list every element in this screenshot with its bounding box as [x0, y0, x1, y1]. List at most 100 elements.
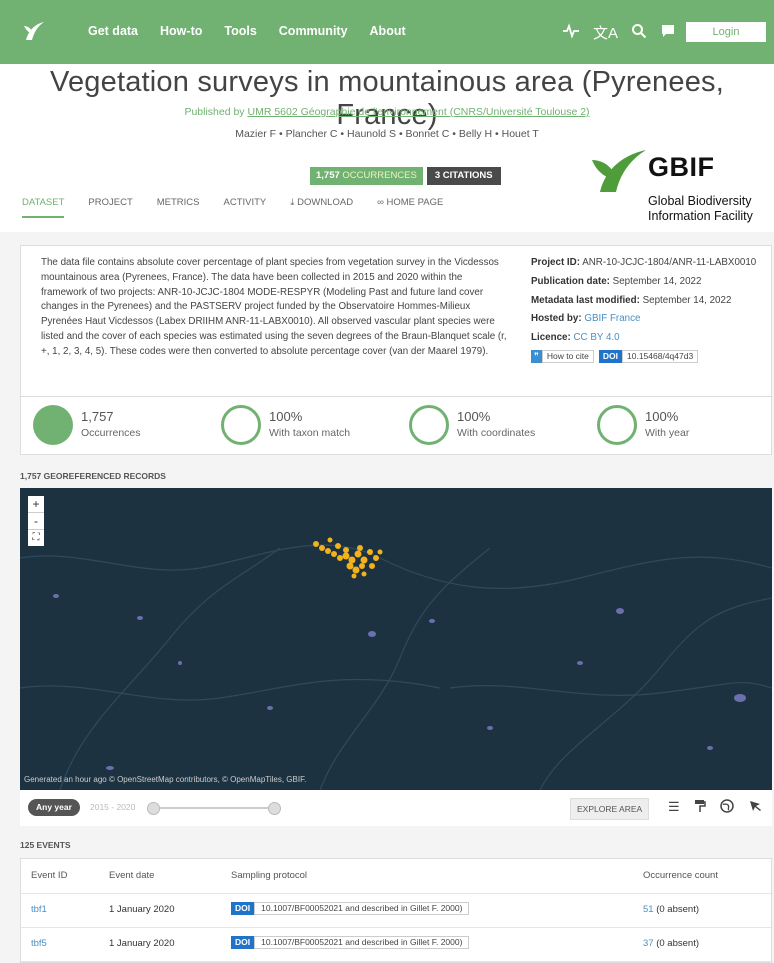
- map-tool-icons: ☰: [668, 799, 762, 816]
- dataset-metadata: Project ID: ANR-10-JCJC-1804/ANR-11-LABX…: [531, 256, 763, 363]
- hosted-by-link[interactable]: GBIF France: [584, 313, 640, 324]
- gbif-logo-icon[interactable]: [22, 20, 46, 47]
- project-id-value: ANR-10-JCJC-1804/ANR-11-LABX0010: [582, 257, 757, 268]
- table-row[interactable]: tbf5 1 January 2020 DOI 10.1007/BF000520…: [21, 927, 773, 962]
- tab-download[interactable]: ⤓ DOWNLOAD: [290, 197, 353, 218]
- table-header-row: Event ID Event date Sampling protocol Oc…: [21, 859, 773, 894]
- slider-start-handle[interactable]: [147, 802, 160, 815]
- filter-icon[interactable]: ☰: [668, 799, 680, 816]
- tab-home-page[interactable]: ∞ HOME PAGE: [377, 197, 443, 218]
- absent-count: (0 absent): [656, 904, 699, 915]
- description-card: The data file contains absolute cover pe…: [20, 245, 772, 397]
- metadata-modified-label: Metadata last modified:: [531, 294, 640, 306]
- licence-link[interactable]: CC BY 4.0: [573, 332, 619, 343]
- stat-value: 100%: [645, 409, 679, 424]
- how-to-cite-button[interactable]: How to cite: [541, 349, 594, 363]
- gbif-brand-logo: GBIF Global Biodiversity Information Fac…: [578, 140, 774, 232]
- dataset-badges: 1,757 OCCURRENCES 3 CITATIONS: [310, 167, 501, 185]
- events-header: 125 EVENTS: [20, 840, 71, 850]
- authors-list: Mazier F • Plancher C • Haunold S • Bonn…: [235, 128, 539, 140]
- zoom-in-button[interactable]: +: [28, 496, 44, 513]
- any-year-button[interactable]: Any year: [28, 799, 80, 816]
- cursor-icon[interactable]: [748, 799, 762, 816]
- login-button[interactable]: Login: [686, 22, 766, 42]
- metadata-modified-value: September 14, 2022: [642, 294, 732, 306]
- doi-link[interactable]: 10.15468/4q47d3: [622, 349, 699, 363]
- licence-label: Licence:: [531, 332, 571, 344]
- globe-icon[interactable]: [719, 799, 734, 816]
- translate-icon[interactable]: 文A: [593, 25, 618, 43]
- slider-end-handle[interactable]: [268, 802, 281, 815]
- hosted-by-row: Hosted by: GBIF France: [531, 312, 763, 327]
- explore-area-button[interactable]: EXPLORE AREA: [570, 798, 650, 820]
- publication-date-label: Publication date:: [531, 275, 610, 287]
- occurrences-badge[interactable]: 1,757 OCCURRENCES: [310, 167, 423, 185]
- occurrence-count: 37 (0 absent): [643, 938, 699, 949]
- table-row[interactable]: tbf1 1 January 2020 DOI 10.1007/BF000520…: [21, 893, 773, 928]
- map-controls: + - ⛶: [28, 496, 44, 546]
- stat-value: 100%: [269, 409, 303, 424]
- doi-badge: DOI: [598, 349, 623, 363]
- occurrence-count: 51 (0 absent): [643, 904, 699, 915]
- zoom-out-button[interactable]: -: [28, 513, 44, 530]
- nav-community[interactable]: Community: [279, 24, 348, 38]
- licence-row: Licence: CC BY 4.0: [531, 331, 763, 346]
- map-header: 1,757 GEOREFERENCED RECORDS: [20, 471, 166, 481]
- hosted-by-label: Hosted by:: [531, 313, 582, 325]
- tab-dataset[interactable]: DATASET: [22, 197, 65, 218]
- stat-label: With coordinates: [457, 427, 536, 439]
- year-slider[interactable]: [147, 802, 281, 815]
- protocol-text[interactable]: 10.1007/BF00052021 and described in Gill…: [254, 936, 470, 949]
- nav-get-data[interactable]: Get data: [88, 24, 138, 38]
- chat-icon[interactable]: [660, 23, 676, 44]
- stat-label: With taxon match: [269, 427, 351, 439]
- year-range-label: 2015 - 2020: [90, 802, 136, 812]
- publisher-line: Published by UMR 5602 Géographie de l'en…: [0, 106, 774, 118]
- nav-icons: 文A: [562, 22, 676, 45]
- events-table: Event ID Event date Sampling protocol Oc…: [20, 858, 773, 963]
- tab-metrics[interactable]: METRICS: [157, 197, 200, 218]
- stat-value: 100%: [457, 409, 491, 424]
- occurrences-badge-label: OCCURRENCES: [342, 170, 417, 181]
- absent-count: (0 absent): [656, 938, 699, 949]
- quote-icon: ❞: [531, 349, 542, 363]
- event-id-link[interactable]: tbf5: [31, 938, 47, 949]
- citations-badge[interactable]: 3 CITATIONS: [426, 167, 501, 185]
- fullscreen-button[interactable]: ⛶: [28, 530, 44, 546]
- tab-project[interactable]: PROJECT: [88, 197, 132, 218]
- publication-date-value: September 14, 2022: [612, 275, 702, 287]
- project-id-label: Project ID:: [531, 257, 580, 268]
- occurrence-cluster[interactable]: [313, 537, 383, 579]
- map-canvas: [20, 537, 772, 790]
- doi-badge: DOI: [231, 936, 255, 949]
- map-attribution: Generated an hour ago © OpenStreetMap co…: [24, 775, 307, 784]
- tab-activity[interactable]: ACTIVITY: [224, 197, 267, 218]
- project-id-row: Project ID: ANR-10-JCJC-1804/ANR-11-LABX…: [531, 256, 763, 271]
- gbif-subtitle: Global Biodiversity Information Facility: [648, 194, 753, 224]
- gbif-leaf-icon: [592, 150, 646, 192]
- activity-icon[interactable]: [562, 22, 580, 45]
- gbif-subtitle-line2: Information Facility: [648, 209, 753, 223]
- publisher-link[interactable]: UMR 5602 Géographie de l'environnement (…: [247, 106, 589, 118]
- event-date: 1 January 2020: [109, 938, 175, 949]
- ring-icon: [409, 405, 449, 445]
- search-icon[interactable]: [631, 23, 647, 44]
- paint-roller-icon[interactable]: [694, 799, 706, 816]
- metadata-modified-row: Metadata last modified: September 14, 20…: [531, 294, 763, 309]
- column-occurrence-count: Occurrence count: [643, 870, 718, 881]
- protocol-text[interactable]: 10.1007/BF00052021 and described in Gill…: [254, 902, 470, 915]
- occurrence-count-link[interactable]: 37: [643, 938, 654, 949]
- publication-date-row: Publication date: September 14, 2022: [531, 275, 763, 290]
- stat-label: With year: [645, 427, 690, 439]
- occurrence-map[interactable]: + - ⛶ Generated an hour ago © OpenStreet…: [20, 488, 772, 790]
- dataset-stats: 1,757 Occurrences 100% With taxon match …: [20, 397, 772, 455]
- page-title: Vegetation surveys in mountainous area (…: [50, 66, 724, 131]
- occurrence-count-link[interactable]: 51: [643, 904, 654, 915]
- nav-tools[interactable]: Tools: [224, 24, 256, 38]
- sampling-protocol: DOI 10.1007/BF00052021 and described in …: [231, 936, 470, 949]
- nav-how-to[interactable]: How-to: [160, 24, 202, 38]
- nav-about[interactable]: About: [370, 24, 406, 38]
- event-date: 1 January 2020: [109, 904, 175, 915]
- map-toolbar: Any year 2015 - 2020 EXPLORE AREA ☰: [20, 790, 772, 826]
- event-id-link[interactable]: tbf1: [31, 904, 47, 915]
